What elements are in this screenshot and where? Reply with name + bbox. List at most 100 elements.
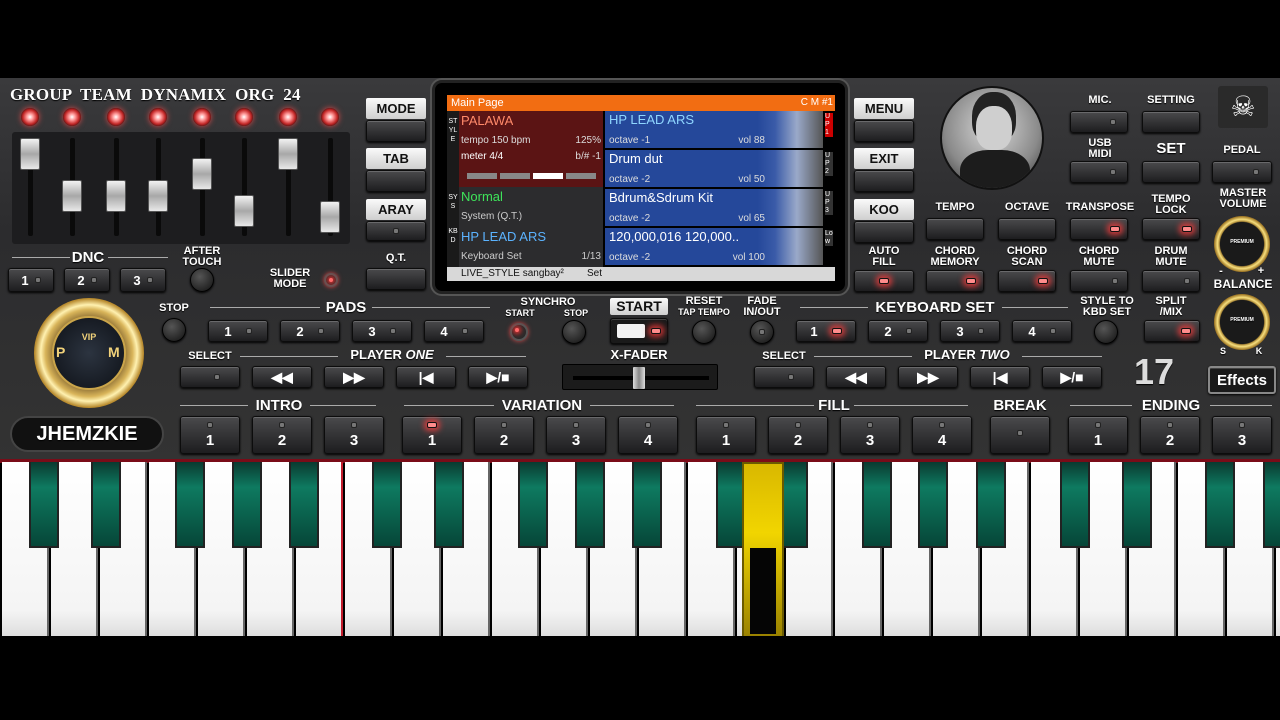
chord-memory-button[interactable] — [926, 270, 984, 292]
player-two-fast-forward-icon[interactable]: ▶▶ — [898, 366, 958, 388]
variation-button-4[interactable]: 4 — [618, 416, 678, 454]
setting-button[interactable] — [1142, 111, 1200, 133]
style-to-kbd-button[interactable] — [1094, 320, 1118, 344]
player-one-skip-back-icon[interactable]: |◀ — [396, 366, 456, 388]
tempo-button[interactable] — [926, 218, 984, 240]
player-one-select-button[interactable] — [180, 366, 240, 388]
pirate-skull-icon[interactable]: ☠ — [1218, 86, 1268, 128]
qt-button[interactable] — [366, 268, 426, 290]
xfader-handle[interactable] — [633, 367, 645, 389]
exit-button[interactable] — [854, 170, 914, 192]
break-button[interactable] — [990, 416, 1050, 454]
effects-button[interactable]: Effects — [1208, 366, 1276, 394]
black-key-10[interactable] — [632, 462, 662, 548]
slider-8[interactable] — [320, 201, 340, 233]
fill-button-1[interactable]: 1 — [696, 416, 756, 454]
slider-7[interactable] — [278, 138, 298, 170]
mic-button[interactable] — [1070, 111, 1128, 133]
drum-mute-button[interactable] — [1142, 270, 1200, 292]
black-key-14[interactable] — [918, 462, 948, 548]
fade-button[interactable] — [750, 320, 774, 344]
dnc-button-2[interactable]: 2 — [64, 268, 110, 292]
fill-button-2[interactable]: 2 — [768, 416, 828, 454]
player-two-play-stop-icon[interactable]: ▶/■ — [1042, 366, 1102, 388]
slider-2[interactable] — [62, 180, 82, 212]
intro-button-2[interactable]: 2 — [252, 416, 312, 454]
black-key-5[interactable] — [289, 462, 319, 548]
octave-button[interactable] — [998, 218, 1056, 240]
player-one-rewind-icon[interactable]: ◀◀ — [252, 366, 312, 388]
player-two-skip-back-icon[interactable]: |◀ — [970, 366, 1030, 388]
synchro-start-button[interactable] — [510, 323, 528, 341]
variation-button-3[interactable]: 3 — [546, 416, 606, 454]
player-two-rewind-icon[interactable]: ◀◀ — [826, 366, 886, 388]
ending-button-2[interactable]: 2 — [1140, 416, 1200, 454]
auto-fill-button[interactable] — [854, 270, 914, 292]
black-key-18[interactable] — [1205, 462, 1235, 548]
menu-button[interactable] — [854, 120, 914, 142]
xfader-track[interactable] — [562, 364, 718, 390]
intro-button-3[interactable]: 3 — [324, 416, 384, 454]
slider-1[interactable] — [20, 138, 40, 170]
black-key-19[interactable] — [1263, 462, 1280, 548]
chord-mute-button[interactable] — [1070, 270, 1128, 292]
variation-button-2[interactable]: 2 — [474, 416, 534, 454]
fill-button-4[interactable]: 4 — [912, 416, 972, 454]
ending-button-3[interactable]: 3 — [1212, 416, 1272, 454]
chord-scan-button[interactable] — [998, 270, 1056, 292]
black-key-9[interactable] — [575, 462, 605, 548]
tap-tempo-button[interactable] — [692, 320, 716, 344]
keyboard-set-button-3[interactable]: 3 — [940, 320, 1000, 342]
keyboard-set-button-4[interactable]: 4 — [1012, 320, 1072, 342]
fill-button-2-label: 2 — [793, 431, 803, 449]
synchro-stop-button[interactable] — [562, 320, 586, 344]
black-key-16[interactable] — [1060, 462, 1090, 548]
aray-button[interactable] — [366, 221, 426, 241]
player-one-play-stop-icon[interactable]: ▶/■ — [468, 366, 528, 388]
variation-button-1[interactable]: 1 — [402, 416, 462, 454]
black-key-7[interactable] — [434, 462, 464, 548]
black-key-13[interactable] — [862, 462, 892, 548]
variation-button-3-led — [573, 421, 579, 428]
split-mix-button[interactable] — [1144, 320, 1200, 342]
black-key-15[interactable] — [976, 462, 1006, 548]
fill-button-3[interactable]: 3 — [840, 416, 900, 454]
pedal-button[interactable] — [1212, 161, 1272, 183]
slider-6[interactable] — [234, 195, 254, 228]
start-button[interactable] — [610, 318, 668, 344]
black-key-4[interactable] — [232, 462, 262, 548]
dnc-button-1[interactable]: 1 — [8, 268, 54, 292]
slider-4[interactable] — [148, 180, 168, 212]
stop-knob-button[interactable] — [162, 318, 186, 342]
black-key-1[interactable] — [29, 462, 59, 548]
black-key-2[interactable] — [91, 462, 121, 548]
after-touch-knob[interactable] — [190, 268, 214, 292]
slider-3[interactable] — [106, 180, 126, 212]
pad-button-3-label: 3 — [368, 323, 376, 339]
mode-button[interactable] — [366, 120, 426, 142]
tab-button[interactable] — [366, 170, 426, 192]
keyboard-set-button-1[interactable]: 1 — [796, 320, 856, 342]
tempo-lock-button[interactable] — [1142, 218, 1200, 240]
black-key-3[interactable] — [175, 462, 205, 548]
pad-button-1[interactable]: 1 — [208, 320, 268, 342]
intro-button-1[interactable]: 1 — [180, 416, 240, 454]
player-two-select-button[interactable] — [754, 366, 814, 388]
transpose-button[interactable] — [1070, 218, 1128, 240]
pad-button-4[interactable]: 4 — [424, 320, 484, 342]
black-key-17[interactable] — [1122, 462, 1152, 548]
slider-5[interactable] — [192, 157, 212, 190]
slider-mode-button[interactable] — [324, 273, 338, 287]
set-button[interactable] — [1142, 161, 1200, 183]
koo-button[interactable] — [854, 221, 914, 243]
dnc-button-3[interactable]: 3 — [120, 268, 166, 292]
usb-midi-button[interactable] — [1070, 161, 1128, 183]
player-one-fast-forward-icon[interactable]: ▶▶ — [324, 366, 384, 388]
pad-button-2[interactable]: 2 — [280, 320, 340, 342]
display-header-title: Main Page — [451, 97, 504, 109]
ending-button-1[interactable]: 1 — [1068, 416, 1128, 454]
black-key-8[interactable] — [518, 462, 548, 548]
pad-button-3[interactable]: 3 — [352, 320, 412, 342]
keyboard-set-button-2[interactable]: 2 — [868, 320, 928, 342]
black-key-6[interactable] — [372, 462, 402, 548]
